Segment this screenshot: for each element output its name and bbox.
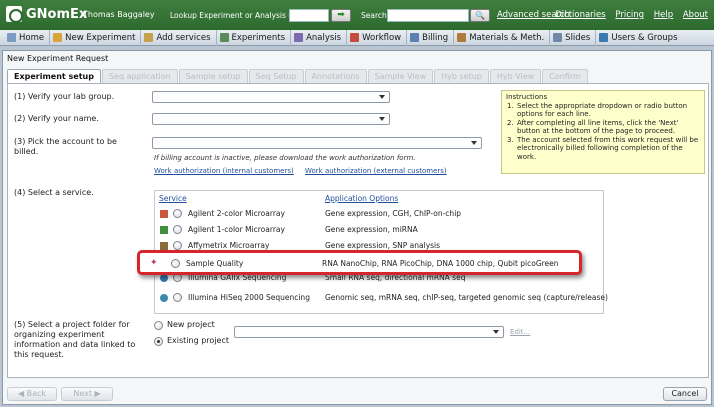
billing-account-label: (3) Pick the account to be billed.	[14, 137, 117, 156]
sequencing-icon	[160, 294, 168, 302]
top-header: GNomEx Thomas Baggaley Lookup Experiment…	[0, 0, 714, 30]
service-row-illumina-hiseq[interactable]: Illumina HiSeq 2000 Sequencing Genomic s…	[155, 291, 608, 305]
instructions-box: Instructions 1. Select the appropriate dr…	[501, 90, 705, 174]
affymetrix-radio[interactable]	[173, 241, 182, 250]
tab-seq-setup[interactable]: Seq Setup	[248, 69, 304, 83]
sample-quality-icon: ✦	[150, 258, 158, 268]
panel-title: New Experiment Request	[7, 54, 109, 63]
instruction-item: 2. After completing all line items, click…	[507, 118, 679, 136]
edit-project-link[interactable]: Edit...	[510, 328, 530, 336]
existing-project-radio[interactable]	[154, 337, 163, 346]
search-input[interactable]	[387, 9, 469, 22]
service-label: (4) Select a service.	[14, 188, 94, 197]
billing-note: If billing account is inactive, please d…	[154, 154, 416, 162]
illumina-hiseq-radio[interactable]	[173, 293, 182, 302]
nav-add-services[interactable]: Add services	[141, 29, 217, 46]
new-experiment-panel: New Experiment Request Experiment setup …	[2, 50, 712, 405]
project-folder-label: (5) Select a project folder for organizi…	[14, 320, 136, 359]
service-column-header[interactable]: Service	[159, 194, 187, 203]
billing-account-select[interactable]	[152, 137, 482, 149]
experiment-setup-form: (1) Verify your lab group. (2) Verify yo…	[7, 83, 709, 378]
application-column-header[interactable]: Application Options	[325, 194, 398, 203]
lab-group-label: (1) Verify your lab group.	[14, 92, 115, 101]
name-select[interactable]	[152, 113, 390, 125]
lab-group-select[interactable]	[152, 91, 390, 103]
agilent-1color-radio[interactable]	[173, 225, 182, 234]
search-button[interactable]: 🔍	[470, 9, 490, 22]
lookup-label: Lookup Experiment or Analysis by #	[170, 11, 307, 20]
app-title: GNomEx	[26, 7, 88, 22]
sequencing-icon	[160, 274, 168, 282]
lookup-go-button[interactable]: ➡	[331, 9, 351, 22]
instruction-item: 3. The account selected from this work re…	[507, 135, 699, 161]
microarray-icon	[160, 226, 168, 234]
work-auth-internal-link[interactable]: Work authorization (internal customers)	[154, 167, 294, 175]
new-project-label: New project	[167, 320, 215, 329]
back-button[interactable]: ◀ Back	[7, 387, 57, 401]
tab-seq-application[interactable]: Seq application	[101, 69, 178, 83]
nav-new-experiment[interactable]: New Experiment	[50, 29, 142, 46]
tab-annotations[interactable]: Annotations	[304, 69, 367, 83]
tab-sample-setup[interactable]: Sample setup	[178, 69, 248, 83]
tab-confirm[interactable]: Confirm	[542, 69, 588, 83]
microarray-icon	[160, 210, 168, 218]
nav-experiments[interactable]: Experiments	[217, 29, 292, 46]
tab-bar: Experiment setup Seq application Sample …	[7, 69, 589, 83]
existing-project-label: Existing project	[167, 336, 229, 345]
sample-quality-radio[interactable]	[171, 259, 180, 268]
pricing-link[interactable]: Pricing	[615, 10, 644, 20]
top-links: Dictionaries Pricing Help About	[548, 10, 708, 20]
service-row-agilent-1color[interactable]: Agilent 1-color Microarray Gene expressi…	[155, 223, 603, 237]
analysis-icon	[294, 33, 304, 42]
experiments-icon	[219, 33, 229, 42]
sample-quality-apps: RNA NanoChip, RNA PicoChip, DNA 1000 chi…	[322, 259, 559, 268]
tab-hyb-setup[interactable]: Hyb setup	[434, 69, 489, 83]
nav-slides[interactable]: Slides	[550, 29, 597, 46]
tab-experiment-setup[interactable]: Experiment setup	[7, 69, 101, 83]
nav-materials-methods[interactable]: Materials & Meth.	[454, 29, 551, 46]
workflow-icon	[350, 33, 360, 42]
nav-users-groups[interactable]: Users & Groups	[596, 30, 682, 46]
gnomex-logo-icon	[6, 6, 23, 23]
next-button[interactable]: Next ▶	[61, 387, 113, 401]
lookup-input[interactable]	[289, 9, 329, 22]
home-icon	[7, 33, 16, 42]
slides-icon	[553, 33, 563, 42]
dictionaries-link[interactable]: Dictionaries	[555, 10, 606, 20]
search-label: Search	[361, 11, 387, 20]
about-link[interactable]: About	[683, 10, 708, 20]
billing-icon	[410, 33, 420, 42]
new-project-radio[interactable]	[154, 321, 163, 330]
sample-quality-name: Sample Quality	[186, 259, 244, 268]
main-nav: Home New Experiment Add services Experim…	[0, 29, 714, 46]
users-icon	[599, 33, 609, 42]
instruction-item: 1. Select the appropriate dropdown or rad…	[507, 101, 688, 119]
tab-hyb-view[interactable]: Hyb View	[489, 69, 542, 83]
nav-billing[interactable]: Billing	[407, 29, 455, 46]
service-row-agilent-2color[interactable]: Agilent 2-color Microarray Gene expressi…	[155, 207, 603, 221]
user-name: Thomas Baggaley	[83, 10, 155, 19]
help-link[interactable]: Help	[654, 10, 673, 20]
microarray-icon	[160, 242, 168, 250]
tab-sample-view[interactable]: Sample View	[367, 69, 434, 83]
nav-home[interactable]: Home	[4, 29, 51, 46]
agilent-2color-radio[interactable]	[173, 209, 182, 218]
add-services-icon	[144, 33, 154, 42]
name-label: (2) Verify your name.	[14, 114, 99, 123]
work-auth-external-link[interactable]: Work authorization (external customers)	[305, 167, 447, 175]
service-row-sample-quality[interactable]: ✦ Sample Quality RNA NanoChip, RNA PicoC…	[137, 250, 582, 275]
new-experiment-icon	[53, 33, 63, 42]
materials-icon	[457, 33, 467, 42]
nav-analysis[interactable]: Analysis	[291, 29, 348, 46]
project-select[interactable]	[234, 326, 504, 338]
cancel-button[interactable]: Cancel	[663, 387, 707, 401]
instructions-title: Instructions	[506, 93, 548, 101]
nav-workflow[interactable]: Workflow	[347, 29, 408, 46]
